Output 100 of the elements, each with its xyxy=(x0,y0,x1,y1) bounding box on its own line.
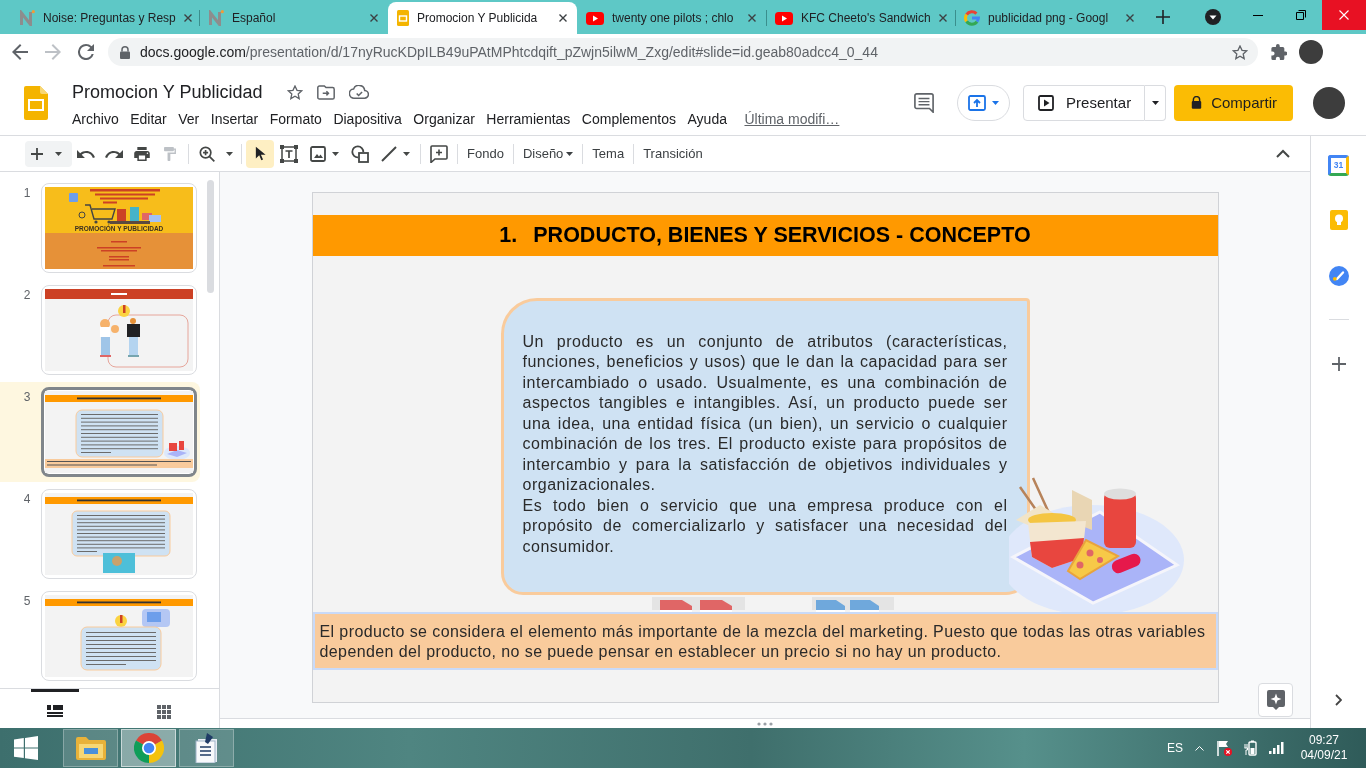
g-logo-icon xyxy=(964,10,980,26)
screen-upload-icon xyxy=(968,94,987,111)
folder-icon xyxy=(75,736,106,760)
close-icon[interactable] xyxy=(370,14,378,22)
star-icon[interactable] xyxy=(287,84,304,100)
start-icon[interactable] xyxy=(14,736,38,760)
document-app-icon xyxy=(194,733,219,763)
reload-icon[interactable] xyxy=(78,44,94,60)
avatar[interactable] xyxy=(1313,86,1345,119)
menu-item[interactable]: Archivo xyxy=(72,108,119,130)
menu-item[interactable]: Complementos xyxy=(581,108,676,130)
browser-tab[interactable]: twenty one pilots ; chlo xyxy=(577,2,766,34)
calendar-icon[interactable]: 31 xyxy=(1328,155,1349,176)
video-play-icon xyxy=(775,11,793,25)
new-tab-plus-icon[interactable] xyxy=(1156,10,1170,24)
close-icon xyxy=(1339,10,1349,20)
caret-icon xyxy=(1151,100,1159,105)
battery-icon[interactable] xyxy=(1244,740,1257,756)
taskbar-app-button[interactable] xyxy=(121,729,176,767)
scrollbar[interactable] xyxy=(207,180,214,293)
close-icon[interactable] xyxy=(183,14,192,22)
menu-item[interactable]: Insertar xyxy=(210,108,259,130)
caret-up-icon[interactable] xyxy=(1195,745,1204,751)
redo-icon[interactable] xyxy=(105,149,123,158)
slide-number: 5 xyxy=(22,593,32,610)
new-slide-button[interactable] xyxy=(25,140,72,167)
close-icon[interactable] xyxy=(748,14,756,22)
close-icon[interactable] xyxy=(559,14,567,22)
clock-time[interactable]: 09:27 xyxy=(1309,733,1339,748)
extension-puzzle-icon[interactable] xyxy=(1271,44,1287,60)
explore-button[interactable] xyxy=(1258,683,1293,717)
address-bar[interactable]: docs.google.com/presentation/d/17nyRucKDpILB49uPAtMPhtcdqift_pZwjn5ilwM_Zxg/edit#slide=id.geab80adcc4_0_44 xyxy=(108,38,1258,66)
browser-tab[interactable]: Español xyxy=(199,2,388,34)
undo-icon[interactable] xyxy=(77,149,95,158)
present-button[interactable]: Presentar xyxy=(1023,84,1146,121)
caret-icon xyxy=(403,151,410,156)
taskbar-app-button[interactable] xyxy=(179,729,234,767)
close-icon[interactable] xyxy=(938,14,947,22)
play-icon xyxy=(1038,94,1055,111)
clock-date[interactable]: 04/09/21 xyxy=(1300,748,1348,763)
browser-tab[interactable]: publicidad png - Googl xyxy=(955,2,1144,34)
minimize-icon[interactable] xyxy=(1252,14,1263,16)
add-comment-icon[interactable] xyxy=(430,144,448,163)
cursor-icon xyxy=(254,146,266,161)
chevron-up-icon[interactable] xyxy=(1276,149,1290,158)
menu-item[interactable]: Formato xyxy=(269,108,322,130)
body-paragraph: Es todo bien o servicio que una empresa produce con el propósito de comercializarlo y satisfacer una necesidad del consumidor. xyxy=(522,495,1008,557)
line-icon xyxy=(381,145,397,162)
browser-tab[interactable]: KFC Cheeto's Sandwich xyxy=(766,2,955,34)
close-icon[interactable] xyxy=(1126,14,1134,22)
flag-alert-icon[interactable] xyxy=(1216,740,1232,756)
restore-icon[interactable] xyxy=(1295,10,1306,20)
document-title[interactable]: Promocion Y Publicidad xyxy=(72,80,263,104)
slide-list-item[interactable]: 3 xyxy=(0,382,200,482)
plus-icon[interactable] xyxy=(1331,357,1346,371)
menu-item[interactable]: Ayuda xyxy=(687,108,727,130)
menu-item[interactable]: Herramientas xyxy=(486,108,571,130)
share-button[interactable]: Compartir xyxy=(1174,84,1293,121)
signal-icon[interactable] xyxy=(1269,742,1284,754)
avatar[interactable] xyxy=(1299,40,1323,64)
select-tool-button[interactable] xyxy=(246,139,274,168)
slide-number: 4 xyxy=(22,491,32,508)
cloud-saved-icon[interactable] xyxy=(349,85,370,99)
move-to-folder-icon[interactable] xyxy=(317,84,336,100)
menu-item[interactable]: Ver xyxy=(178,108,200,130)
language-indicator[interactable]: ES xyxy=(1167,740,1183,756)
toolbar-button[interactable]: Diseño xyxy=(517,139,579,168)
menu-item[interactable]: Diapositiva xyxy=(333,108,402,130)
slide-list-item[interactable]: 2 xyxy=(0,280,200,380)
zoom-icon[interactable] xyxy=(199,145,215,162)
video-play-icon xyxy=(586,11,604,25)
slide-number: 1 xyxy=(22,185,32,202)
caret-icon xyxy=(332,151,339,156)
back-arrow-icon[interactable] xyxy=(12,44,28,60)
grid-view-icon xyxy=(157,705,172,719)
toolbar-button[interactable]: Transición xyxy=(638,139,708,168)
star-icon[interactable] xyxy=(1232,44,1248,60)
print-icon[interactable] xyxy=(134,146,150,161)
drag-handle-icon[interactable] xyxy=(757,721,773,726)
caret-icon xyxy=(992,100,1000,105)
toolbar-button[interactable]: Fondo xyxy=(462,139,509,168)
last-edit-link[interactable]: Última modifi… xyxy=(744,108,840,130)
text-box-icon xyxy=(280,144,298,163)
slide-number: 3 xyxy=(22,389,32,406)
check-circle-icon[interactable] xyxy=(1328,266,1349,286)
browser-tab[interactable]: Noise: Preguntas y Resp xyxy=(10,2,199,34)
menu-item[interactable]: Organizar xyxy=(413,108,475,130)
presentation-icon xyxy=(397,10,409,26)
toolbar-button[interactable]: Tema xyxy=(587,139,630,168)
slide-number: 2 xyxy=(22,287,32,304)
slide-list-item[interactable]: 5 xyxy=(0,586,200,686)
dropdown-icon[interactable] xyxy=(1205,9,1221,25)
comment-icon[interactable] xyxy=(914,92,935,113)
chevron-right-icon[interactable] xyxy=(1335,694,1342,706)
browser-tab[interactable]: Promocion Y Publicida xyxy=(388,2,577,34)
menu-item[interactable]: Editar xyxy=(130,108,167,130)
lock-icon[interactable] xyxy=(120,45,130,59)
heading-number: 1. xyxy=(499,222,518,249)
slide-list-item[interactable]: 4 xyxy=(0,484,200,584)
caret-icon[interactable] xyxy=(225,151,233,156)
